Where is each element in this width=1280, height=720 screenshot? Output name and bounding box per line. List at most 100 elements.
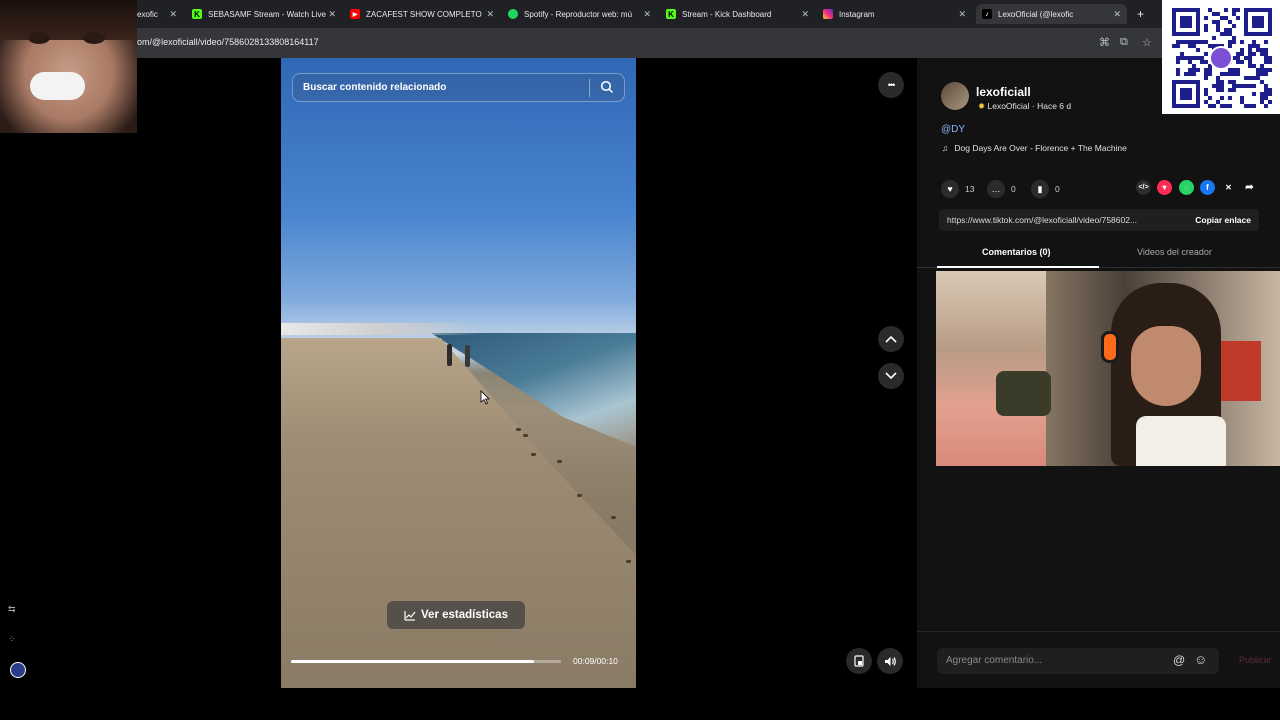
copy-link-button[interactable]: Copiar enlace bbox=[1195, 215, 1251, 225]
video-person bbox=[465, 345, 470, 367]
close-tab-icon[interactable]: ✕ bbox=[801, 9, 809, 20]
tab-2[interactable]: ▶ ZACAFEST SHOW COMPLETO ✕ bbox=[350, 4, 494, 24]
qr-module bbox=[1220, 104, 1224, 108]
video-link[interactable]: https://www.tiktok.com/@lexoficiall/vide… bbox=[947, 215, 1175, 225]
qr-module bbox=[1264, 40, 1268, 44]
qr-module bbox=[1264, 88, 1268, 92]
qr-module bbox=[1268, 100, 1272, 104]
volume-button[interactable] bbox=[877, 648, 903, 674]
previous-video-button[interactable] bbox=[878, 326, 904, 352]
video-progress-bar[interactable] bbox=[291, 660, 561, 663]
video-time: 00:09/00:10 bbox=[573, 656, 618, 666]
qr-code-overlay bbox=[1162, 0, 1280, 114]
qr-module bbox=[1212, 104, 1216, 108]
qr-module bbox=[1188, 44, 1192, 48]
sun-emoji-icon: ✹ bbox=[978, 101, 986, 111]
like-stat[interactable]: ♥ 13 bbox=[941, 180, 974, 198]
next-video-button[interactable] bbox=[878, 363, 904, 389]
streamer-webcam-overlay bbox=[936, 271, 1280, 466]
qr-module bbox=[1196, 56, 1200, 60]
caption-mention[interactable]: @DY bbox=[941, 124, 965, 135]
mention-at-icon[interactable]: @ bbox=[1173, 653, 1185, 667]
qr-module bbox=[1192, 40, 1196, 44]
qr-module bbox=[1256, 44, 1260, 48]
music-line[interactable]: ♫ Dog Days Are Over - Florence + The Mach… bbox=[942, 143, 1127, 153]
tab-comments[interactable]: Comentarios (0) bbox=[982, 247, 1051, 257]
qr-module bbox=[1216, 100, 1220, 104]
qr-module bbox=[1208, 44, 1212, 48]
tab-1[interactable]: K SEBASAMF Stream - Watch Live ✕ bbox=[192, 4, 336, 24]
emoji-icon[interactable]: ☺ bbox=[1194, 652, 1207, 667]
address-bar: om/@lexoficiall/video/758602813380816411… bbox=[0, 28, 1280, 58]
x-icon[interactable]: ✕ bbox=[1221, 180, 1236, 195]
share-arrow-icon[interactable]: ➦ bbox=[1242, 180, 1257, 195]
qr-module bbox=[1248, 84, 1252, 88]
comment-divider bbox=[917, 631, 1280, 632]
tab-0[interactable]: exofic ✕ bbox=[137, 4, 177, 24]
embed-icon[interactable]: </> bbox=[1136, 180, 1151, 195]
floating-player-button[interactable] bbox=[846, 648, 872, 674]
qr-module bbox=[1204, 60, 1208, 64]
publish-button[interactable]: Publicar bbox=[1239, 655, 1272, 665]
qr-module bbox=[1176, 56, 1180, 60]
whatsapp-icon[interactable]: ◌ bbox=[1179, 180, 1194, 195]
footprint bbox=[516, 428, 521, 431]
translate-small-icon[interactable]: ⇆ bbox=[8, 604, 22, 618]
close-tab-icon[interactable]: ✕ bbox=[486, 9, 494, 20]
tab-6-active[interactable]: ♪ LexoOficial (@lexofic ✕ bbox=[976, 4, 1127, 24]
qr-module bbox=[1216, 84, 1220, 88]
install-app-icon[interactable]: ⧉ bbox=[1120, 36, 1128, 49]
headphones bbox=[1101, 331, 1119, 363]
qr-module bbox=[1232, 72, 1236, 76]
comment-input[interactable]: Agregar comentario... @ ☺ bbox=[937, 648, 1219, 674]
view-stats-button[interactable]: Ver estadísticas bbox=[387, 601, 525, 629]
username[interactable]: lexoficiall bbox=[976, 85, 1031, 99]
facebook-icon[interactable]: f bbox=[1200, 180, 1215, 195]
tab-4[interactable]: K Stream - Kick Dashboard ✕ bbox=[666, 4, 809, 24]
close-tab-icon[interactable]: ✕ bbox=[1113, 9, 1121, 20]
qr-module bbox=[1232, 84, 1236, 88]
webcam-eye bbox=[83, 32, 105, 44]
active-tab-underline bbox=[937, 266, 1099, 268]
webcam-room-left bbox=[936, 271, 1046, 466]
close-tab-icon[interactable]: ✕ bbox=[328, 9, 336, 20]
tab-3[interactable]: Spotify - Reproductor web: mú ✕ bbox=[508, 4, 651, 24]
qr-module bbox=[1256, 72, 1260, 76]
apps-icon[interactable]: ⁘ bbox=[8, 634, 22, 648]
qr-module bbox=[1232, 40, 1236, 44]
qr-module bbox=[1220, 32, 1224, 36]
search-icon[interactable] bbox=[600, 80, 614, 94]
qr-module bbox=[1252, 92, 1256, 96]
close-tab-icon[interactable]: ✕ bbox=[958, 9, 966, 20]
bookmark-star-icon[interactable]: ☆ bbox=[1142, 36, 1152, 49]
comment-icon: … bbox=[987, 180, 1005, 198]
qr-code-icon bbox=[1172, 8, 1272, 108]
qr-module bbox=[1192, 56, 1196, 60]
send-icon[interactable]: ▾ bbox=[1157, 180, 1172, 195]
tab-5[interactable]: Instagram ✕ bbox=[823, 4, 966, 24]
save-stat[interactable]: ▮ 0 bbox=[1031, 180, 1060, 198]
qr-module bbox=[1220, 88, 1224, 92]
related-search-box[interactable]: Buscar contenido relacionado bbox=[292, 73, 625, 102]
plus-icon: + bbox=[1137, 7, 1145, 21]
qr-module bbox=[1228, 80, 1232, 84]
qr-module bbox=[1188, 40, 1192, 44]
new-tab-button[interactable]: + bbox=[1137, 4, 1151, 24]
tab-creator-videos[interactable]: Videos del creador bbox=[1137, 247, 1212, 257]
comment-stat[interactable]: … 0 bbox=[987, 180, 1016, 198]
close-tab-icon[interactable]: ✕ bbox=[169, 9, 177, 20]
url-field[interactable]: om/@lexoficiall/video/758602813380816411… bbox=[137, 37, 319, 47]
tab-title: ZACAFEST SHOW COMPLETO bbox=[366, 9, 482, 19]
kick-icon: K bbox=[666, 9, 676, 19]
qr-module bbox=[1228, 104, 1232, 108]
avatar[interactable] bbox=[941, 82, 969, 110]
close-tab-icon[interactable]: ✕ bbox=[643, 9, 651, 20]
qr-module bbox=[1240, 84, 1244, 88]
qr-module bbox=[1252, 84, 1256, 88]
translate-icon[interactable]: ⌘ bbox=[1099, 36, 1110, 49]
qr-module bbox=[1236, 56, 1240, 60]
more-options-button[interactable]: ••• bbox=[878, 72, 904, 98]
video-player[interactable]: Buscar contenido relacionado Ver estadís… bbox=[281, 58, 636, 688]
discord-icon[interactable] bbox=[10, 662, 26, 678]
display-line-text: LexoOficial · Hace 6 d bbox=[987, 101, 1072, 111]
